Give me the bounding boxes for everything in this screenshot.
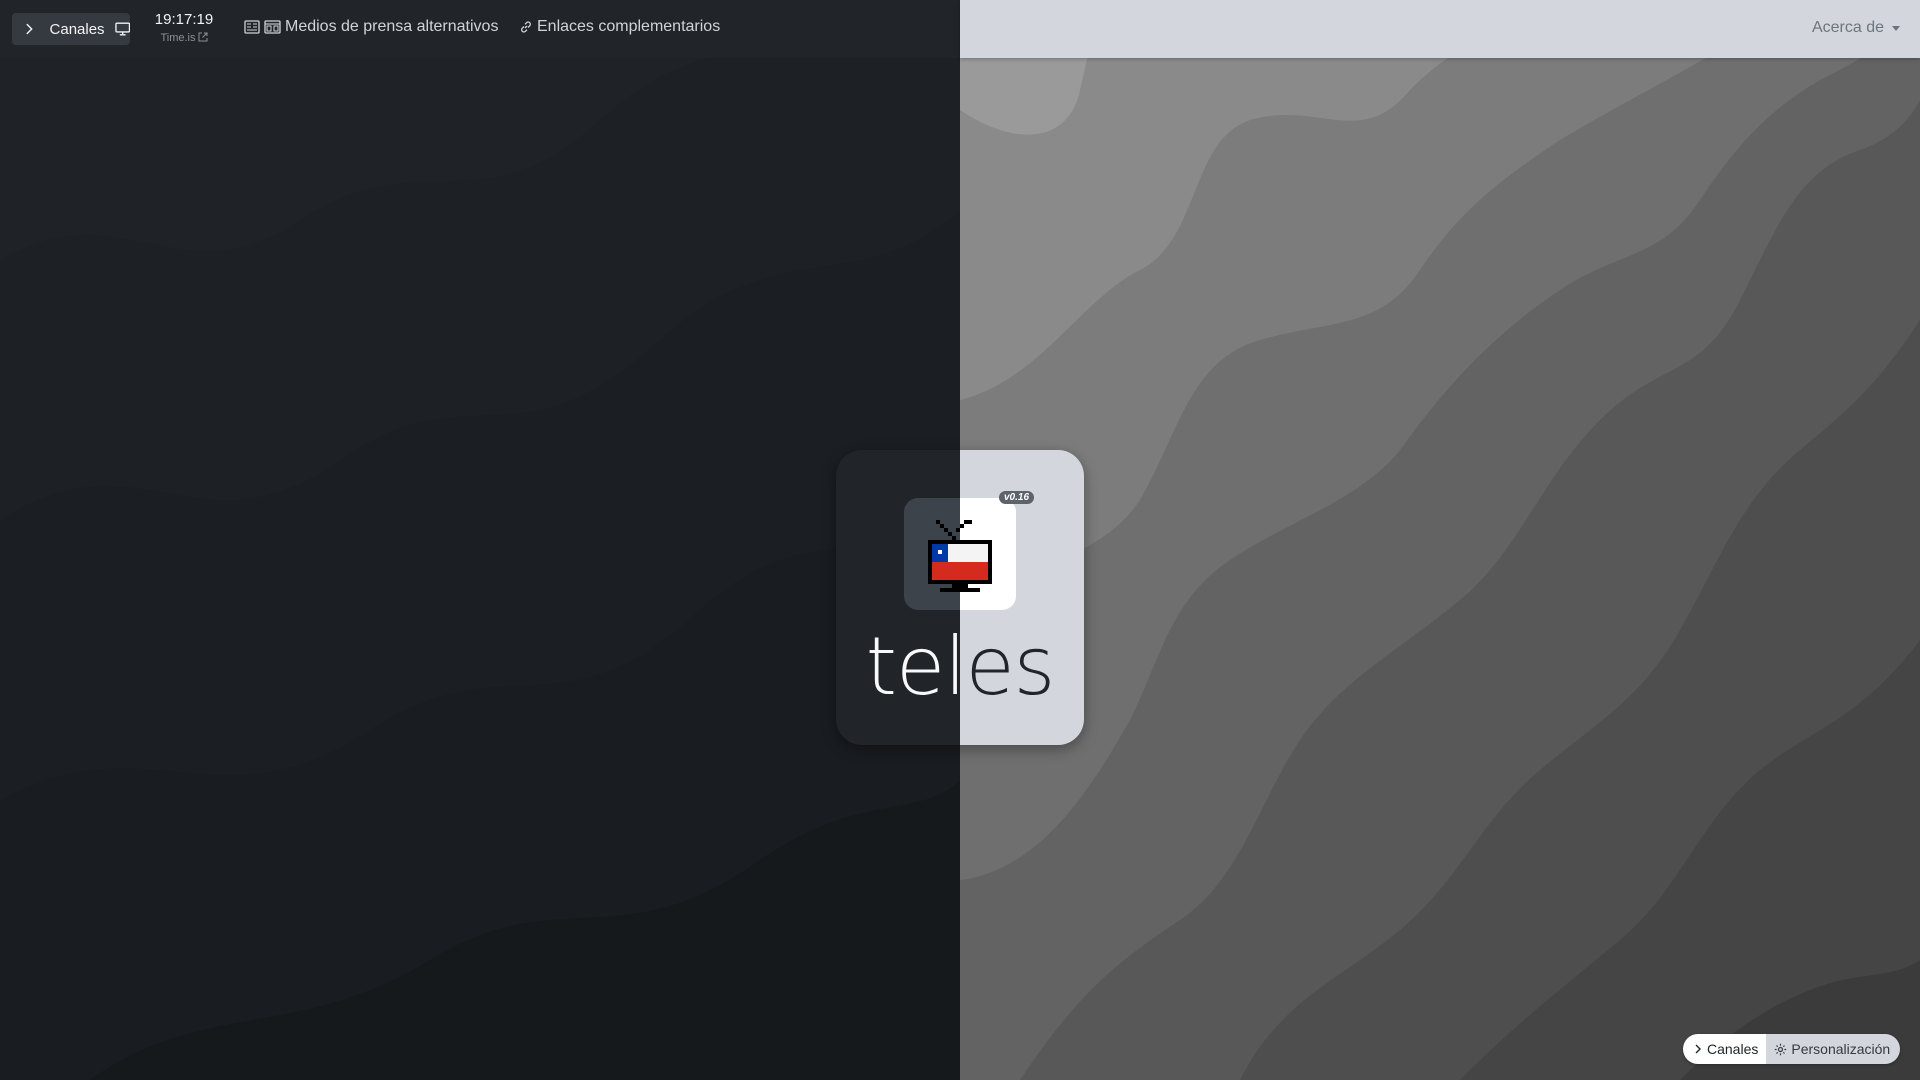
brand-text-dark: teles [960, 622, 1055, 712]
brand-text-light: teles [865, 622, 960, 712]
link-icon [521, 21, 531, 33]
bottom-action-pill: Canales Personalización [1683, 1034, 1901, 1064]
chevron-right-icon [1695, 1044, 1701, 1054]
nav-complementary-links[interactable]: Enlaces complementarios [519, 18, 720, 36]
logo-card: v0.16 teles teles [836, 450, 1084, 745]
bottom-channels-button[interactable]: Canales [1683, 1034, 1767, 1064]
nav-alternative-media-label: Medios de prensa alternativos [285, 18, 499, 35]
gear-icon [1775, 1043, 1787, 1055]
press-media-icon [264, 20, 281, 34]
clock-source-label: Time.is [160, 32, 196, 44]
clock-time: 19:17:19 [154, 11, 214, 28]
nav-complementary-links-label: Enlaces complementarios [537, 18, 721, 35]
tv-chile-flag-icon [928, 520, 992, 592]
monitor-icon [114, 22, 130, 36]
channels-button-label: Canales [49, 20, 105, 38]
caret-down-icon [1892, 25, 1900, 31]
clock-widget[interactable]: 19:17:19 Time.is [152, 11, 216, 45]
chevron-right-icon [26, 23, 33, 35]
customize-button[interactable]: Personalización [1766, 1034, 1901, 1064]
nav-alternative-media[interactable]: Medios de prensa alternativos [244, 18, 498, 36]
grey-wave-background [960, 0, 1920, 1080]
external-link-icon [198, 32, 208, 42]
brand-wordmark: teles teles [836, 622, 1084, 712]
app-logo [904, 498, 1016, 610]
newspaper-icon [244, 20, 260, 34]
clock-source-link[interactable]: Time.is [152, 31, 216, 45]
about-dropdown-label: Acerca de [1811, 19, 1884, 36]
about-dropdown[interactable]: Acerca de [1812, 19, 1900, 37]
top-navbar-light: Acerca de [960, 0, 1920, 58]
top-navbar-dark: Canales 19:17:19 Time.is Medios de prens… [0, 0, 960, 58]
version-badge: v0.16 [999, 491, 1035, 504]
dark-wave-background [0, 0, 960, 1080]
bottom-channels-label: Canales [1707, 1041, 1759, 1057]
channels-toggle-button[interactable]: Canales [12, 13, 130, 45]
customize-label: Personalización [1791, 1041, 1891, 1057]
